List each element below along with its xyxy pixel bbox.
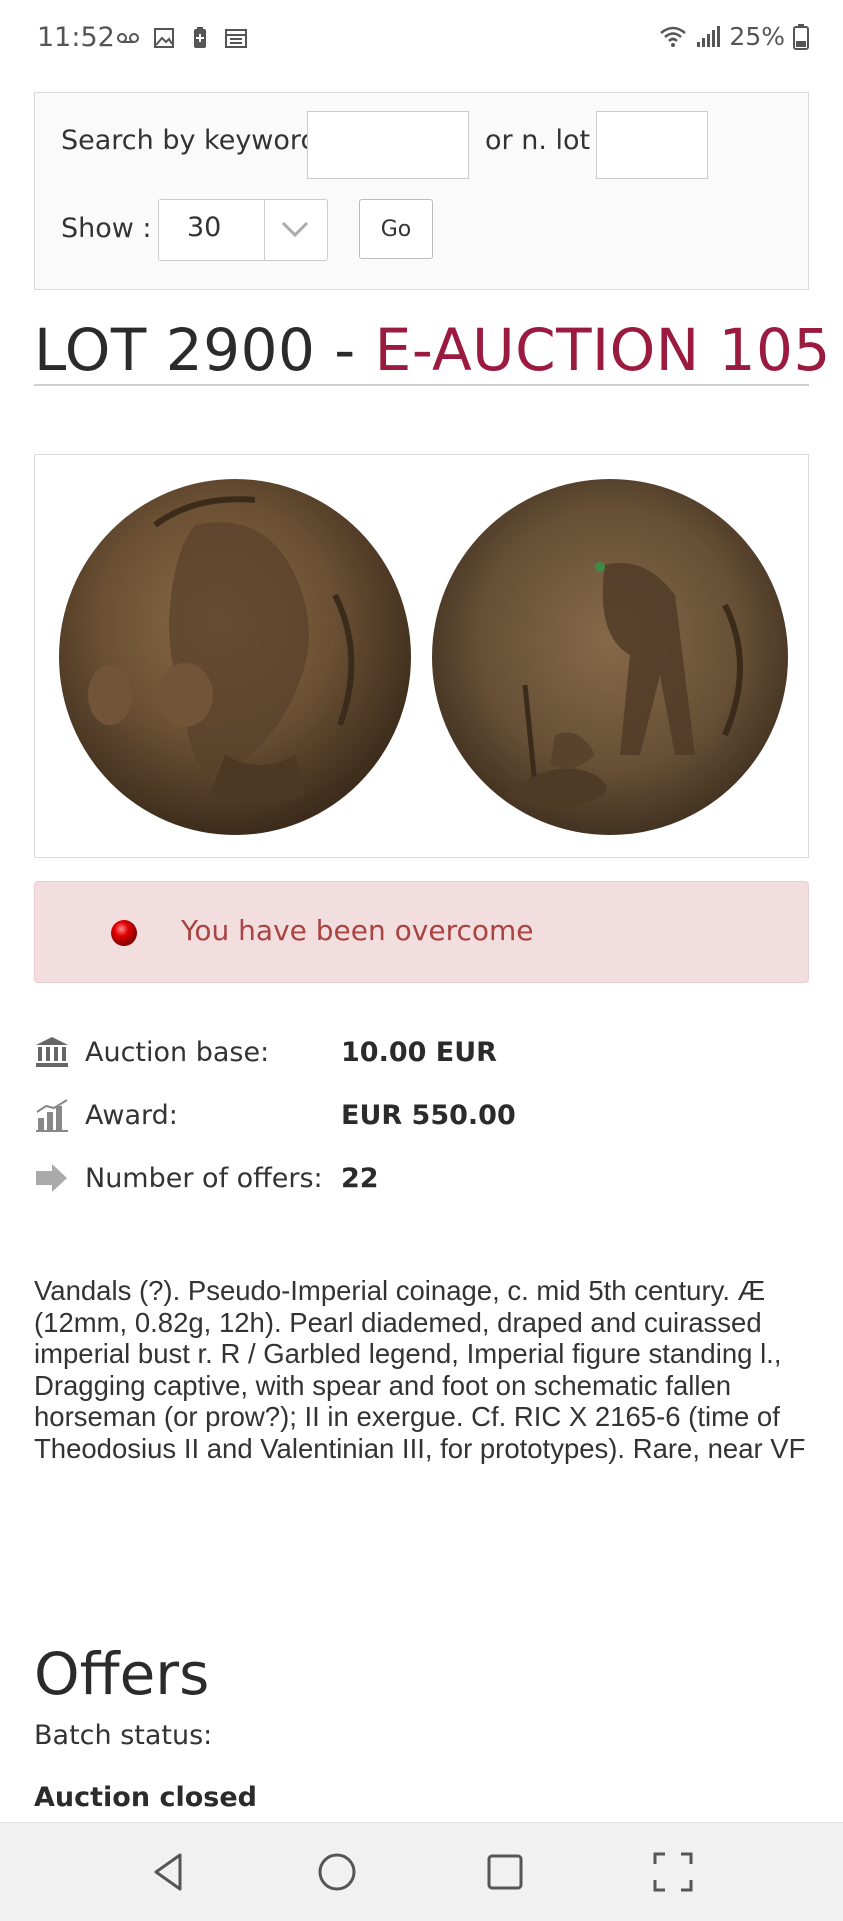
status-time: 11:52 — [37, 22, 115, 53]
status-left-icons — [116, 26, 248, 50]
lot-number: LOT 2900 - — [34, 316, 375, 384]
image-icon — [154, 28, 174, 48]
go-button[interactable]: Go — [359, 199, 433, 259]
number-of-offers-label: Number of offers: — [85, 1163, 323, 1194]
coin-reverse — [432, 479, 788, 835]
info-row-award: Award: EUR 550.00 — [34, 1096, 809, 1136]
award-value: EUR 550.00 — [341, 1100, 516, 1131]
voicemail-icon — [117, 33, 139, 43]
show-select[interactable]: 30 — [158, 199, 328, 261]
signal-icon — [697, 25, 721, 47]
auction-name[interactable]: E-AUCTION 105 — [375, 316, 831, 384]
recents-icon[interactable] — [480, 1847, 530, 1897]
android-nav-bar — [0, 1822, 843, 1921]
home-icon[interactable] — [312, 1847, 362, 1897]
back-icon[interactable] — [144, 1847, 194, 1897]
batch-status-label: Batch status: — [34, 1720, 213, 1751]
calendar-icon — [225, 29, 247, 48]
battery-icon — [793, 23, 809, 50]
lot-title: LOT 2900 - E-AUCTION 105 — [34, 316, 831, 384]
show-label: Show : — [61, 213, 152, 244]
chevron-down-icon — [281, 221, 309, 238]
keyword-label: Search by keyword — [61, 125, 318, 156]
arrow-right-icon — [36, 1164, 67, 1192]
battery-saver-icon — [194, 27, 206, 48]
coin-image-box[interactable] — [34, 454, 809, 858]
battery-percent: 25% — [729, 22, 785, 51]
fullscreen-icon[interactable] — [648, 1847, 698, 1897]
info-row-auction-base: Auction base: 10.00 EUR — [34, 1033, 809, 1073]
award-label: Award: — [85, 1100, 178, 1131]
auction-base-label: Auction base: — [85, 1037, 270, 1068]
bank-icon — [36, 1037, 68, 1067]
search-panel: Search by keyword or n. lot Show : 30 Go — [34, 92, 809, 290]
lot-number-input[interactable] — [596, 111, 708, 179]
coin-obverse — [59, 479, 411, 835]
auction-base-value: 10.00 EUR — [341, 1037, 497, 1068]
status-bar: 11:52 25% — [0, 0, 843, 82]
info-row-offers: Number of offers: 22 — [34, 1159, 809, 1199]
offers-heading: Offers — [34, 1640, 210, 1708]
wifi-icon — [660, 26, 687, 47]
show-select-value: 30 — [187, 212, 222, 243]
lot-label: or n. lot — [485, 125, 591, 156]
alert-message: You have been overcome — [181, 914, 534, 947]
number-of-offers-value: 22 — [341, 1163, 379, 1194]
outbid-alert: You have been overcome — [34, 881, 809, 983]
select-divider — [264, 200, 265, 260]
lot-description: Vandals (?). Pseudo-Imperial coinage, c.… — [34, 1275, 806, 1464]
status-right: 25% — [659, 22, 809, 51]
red-dot-icon — [111, 920, 137, 946]
chart-icon — [36, 1099, 68, 1132]
batch-status-value: Auction closed — [34, 1782, 257, 1813]
title-divider — [34, 384, 809, 386]
coin-image — [59, 479, 788, 835]
keyword-input[interactable] — [307, 111, 469, 179]
